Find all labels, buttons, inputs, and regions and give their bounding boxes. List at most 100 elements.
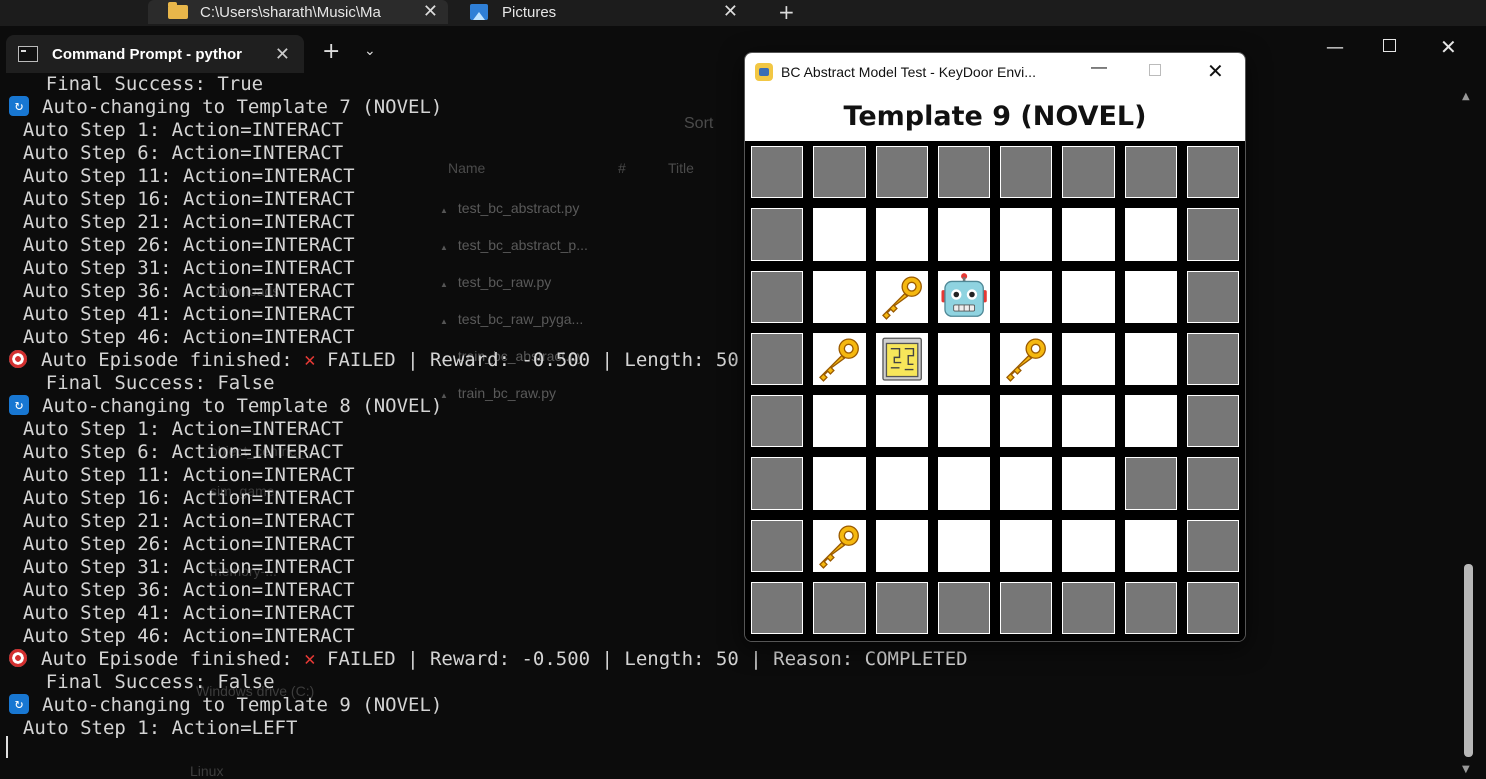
floor-cell	[811, 268, 868, 325]
floor-cell	[1060, 330, 1117, 387]
terminal-line: Auto Step 11: Action=INTERACT	[0, 165, 355, 187]
terminal-line: ↻ Auto-changing to Template 8 (NOVEL)	[0, 394, 442, 418]
floor-cell	[998, 206, 1055, 263]
terminal-line: Auto Step 31: Action=INTERACT	[0, 556, 355, 578]
terminal-tab-title: Command Prompt - pythor	[52, 45, 242, 63]
terminal-line: Auto Step 11: Action=INTERACT	[0, 464, 355, 486]
terminal-line: Auto Step 16: Action=INTERACT	[0, 188, 355, 210]
wall-cell	[873, 579, 930, 636]
terminal-line: Auto Step 1: Action=LEFT	[0, 717, 298, 739]
floor-cell	[1060, 455, 1117, 512]
floor-cell	[998, 517, 1055, 574]
episode-prefix: Auto Episode finished:	[41, 349, 305, 371]
minimize-icon[interactable]: —	[1326, 37, 1344, 58]
maximize-icon[interactable]	[1383, 39, 1396, 52]
pictures-icon	[470, 4, 488, 20]
terminal-line: ↻ Auto-changing to Template 9 (NOVEL)	[0, 693, 442, 717]
template-header: Template 9 (NOVEL)	[745, 91, 1245, 141]
wall-cell	[998, 579, 1055, 636]
terminal-line-text: Auto-changing to Template 7 (NOVEL)	[42, 96, 443, 118]
wall-cell	[1122, 579, 1179, 636]
floor-cell	[1122, 517, 1179, 574]
scroll-down-icon[interactable]: ▼	[1462, 764, 1470, 775]
wall-cell	[1184, 330, 1241, 387]
wall-cell	[1184, 517, 1241, 574]
close-icon[interactable]: ✕	[723, 1, 738, 22]
wall-cell	[1184, 455, 1241, 512]
folder-icon	[168, 2, 188, 19]
terminal-line: Auto Step 41: Action=INTERACT	[0, 303, 355, 325]
close-window-icon[interactable]: ✕	[1440, 35, 1457, 59]
floor-cell	[873, 206, 930, 263]
wall-cell	[1122, 455, 1179, 512]
wall-cell	[811, 579, 868, 636]
terminal-line: Auto Step 36: Action=INTERACT	[0, 579, 355, 601]
terminal-tab[interactable]: Command Prompt - pythor ✕	[6, 35, 304, 73]
floor-cell	[873, 517, 930, 574]
pygame-titlebar[interactable]: BC Abstract Model Test - KeyDoor Envi...…	[745, 53, 1245, 91]
episode-suffix: | Reward: -0.500 | Length: 50 | Reason: …	[395, 648, 968, 670]
wall-cell	[749, 206, 806, 263]
floor-cell	[935, 393, 992, 450]
terminal-window: Command Prompt - pythor ✕ + ⌄ — ✕ Sort N…	[0, 31, 1486, 779]
scroll-up-icon[interactable]: ▲	[1462, 91, 1470, 102]
floor-cell	[1060, 206, 1117, 263]
wall-cell	[1122, 144, 1179, 201]
wall-cell	[1184, 206, 1241, 263]
target-icon	[9, 648, 27, 667]
close-icon[interactable]: ✕	[275, 44, 290, 65]
wall-cell	[749, 268, 806, 325]
cross-mark-icon: ✕	[304, 648, 327, 670]
terminal-line: Auto Step 1: Action=INTERACT	[0, 418, 344, 440]
refresh-icon: ↻	[9, 693, 29, 714]
explorer-tab-music[interactable]: C:\Users\sharath\Music\Ma ✕	[148, 0, 448, 24]
terminal-line: Auto Step 26: Action=INTERACT	[0, 533, 355, 555]
terminal-line: Auto Step 1: Action=INTERACT	[0, 119, 344, 141]
minimize-icon[interactable]: —	[1091, 59, 1107, 77]
key-icon	[998, 330, 1055, 387]
close-window-icon[interactable]: ✕	[1207, 59, 1224, 84]
wall-cell	[749, 330, 806, 387]
explorer-tab-label: Pictures	[502, 3, 557, 21]
floor-cell	[811, 206, 868, 263]
floor-cell	[1122, 268, 1179, 325]
floor-cell	[1060, 393, 1117, 450]
wall-cell	[935, 144, 992, 201]
terminal-scrollbar[interactable]: ▲ ▼	[1462, 91, 1474, 775]
episode-status: FAILED	[327, 349, 396, 371]
wall-cell	[1184, 393, 1241, 450]
key-icon	[811, 517, 868, 574]
close-icon[interactable]: ✕	[423, 1, 438, 22]
scrollbar-thumb[interactable]	[1464, 564, 1473, 757]
wall-cell	[935, 579, 992, 636]
explorer-tab-pictures[interactable]: Pictures ✕	[458, 0, 748, 24]
floor-cell	[1122, 393, 1179, 450]
terminal-line: Auto Step 21: Action=INTERACT	[0, 211, 355, 233]
new-tab-icon[interactable]: +	[322, 39, 340, 64]
floor-cell	[1122, 206, 1179, 263]
floor-cell	[1122, 330, 1179, 387]
door-icon	[873, 330, 930, 387]
game-canvas[interactable]: Template 9 (NOVEL)	[745, 91, 1245, 641]
floor-cell	[873, 455, 930, 512]
wall-cell	[811, 144, 868, 201]
wall-cell	[1184, 144, 1241, 201]
robot-agent-icon	[935, 268, 992, 325]
pygame-logo-icon	[755, 63, 773, 81]
floor-cell	[811, 455, 868, 512]
floor-cell	[1060, 517, 1117, 574]
floor-cell	[998, 393, 1055, 450]
terminal-line: Auto Episode finished: ✕ FAILED | Reward…	[0, 648, 968, 671]
terminal-line: ↻ Auto-changing to Template 7 (NOVEL)	[0, 95, 443, 119]
chevron-down-icon[interactable]: ⌄	[364, 43, 376, 59]
floor-cell	[1060, 268, 1117, 325]
wall-cell	[1184, 268, 1241, 325]
explorer-tab-label: C:\Users\sharath\Music\Ma	[200, 3, 381, 21]
text-cursor	[6, 736, 8, 758]
terminal-line: Auto Step 46: Action=INTERACT	[0, 625, 355, 647]
pygame-window[interactable]: BC Abstract Model Test - KeyDoor Envi...…	[744, 52, 1246, 642]
wall-cell	[749, 579, 806, 636]
maximize-icon[interactable]	[1149, 64, 1161, 76]
new-tab-icon[interactable]: +	[778, 0, 795, 24]
terminal-line: Auto Step 31: Action=INTERACT	[0, 257, 355, 279]
